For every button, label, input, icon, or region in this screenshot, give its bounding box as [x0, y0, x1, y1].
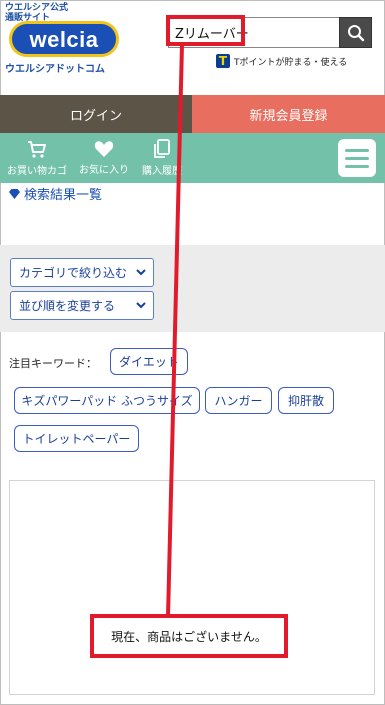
- keywords-label: 注目キーワード：: [9, 357, 97, 370]
- site-logo[interactable]: ウエルシア公式 通販サイト welcia ウエルシアドットコム: [3, 3, 128, 75]
- search-button[interactable]: [339, 17, 372, 48]
- tpoint-banner[interactable]: T Tポイントが貯まる・使える: [216, 54, 347, 68]
- heart-icon: [94, 141, 114, 157]
- logo-badge: welcia: [9, 21, 119, 57]
- chevron-down-icon: [136, 269, 146, 276]
- nav-favorites-label: お気に入り: [79, 165, 129, 176]
- keyword-tag[interactable]: トイレットペーパー: [14, 425, 139, 452]
- nav-favorites[interactable]: お気に入り: [76, 133, 132, 183]
- logo-tagline: ウエルシア公式 通販サイト: [5, 3, 69, 23]
- sort-label: 並び順を変更する: [19, 299, 116, 313]
- results-area: [9, 480, 375, 695]
- annotation-search-highlight: [166, 15, 245, 46]
- sort-select[interactable]: 並び順を変更する: [10, 291, 154, 320]
- tpoint-text: Tポイントが貯まる・使える: [234, 57, 348, 68]
- hamburger-icon: [345, 148, 369, 152]
- tpoint-icon: T: [216, 54, 230, 68]
- nav-cart[interactable]: お買い物カゴ: [4, 133, 70, 183]
- category-filter-select[interactable]: カテゴリで絞り込む: [10, 258, 154, 287]
- menu-button[interactable]: [338, 139, 376, 177]
- annotation-message-highlight: [90, 614, 288, 658]
- login-button[interactable]: ログイン: [0, 95, 192, 133]
- results-heading: 検索結果一覧: [8, 184, 102, 203]
- cart-icon: [28, 141, 46, 158]
- search-icon: [347, 24, 364, 41]
- shortcut-nav: お買い物カゴ お気に入り 購入履歴: [0, 133, 385, 183]
- category-filter-label: カテゴリで絞り込む: [19, 266, 128, 280]
- diamond-icon: [9, 188, 20, 199]
- results-heading-text: 検索結果一覧: [24, 188, 103, 203]
- keyword-tag[interactable]: 抑肝散: [278, 387, 334, 414]
- register-button[interactable]: 新規会員登録: [192, 95, 385, 133]
- chevron-down-icon: [136, 302, 146, 309]
- history-icon: [154, 139, 170, 158]
- logo-wordmark: welcia: [29, 27, 99, 52]
- nav-cart-label: お買い物カゴ: [7, 166, 67, 177]
- logo-subtitle: ウエルシアドットコム: [5, 64, 105, 75]
- keyword-tag[interactable]: ハンガー: [205, 387, 272, 414]
